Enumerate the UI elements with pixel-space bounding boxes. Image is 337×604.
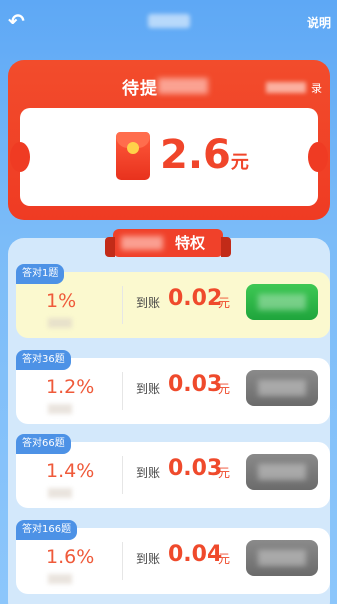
back-arrow-icon[interactable]: ↶ <box>8 10 30 32</box>
divider <box>122 456 123 494</box>
red-envelope-icon <box>116 132 150 180</box>
arrive-unit: 元 <box>218 552 231 566</box>
tier-tag: 答对1题 <box>16 264 65 284</box>
arrive-label: 到账 <box>136 466 161 480</box>
page-title-blurred <box>148 14 190 28</box>
arrive-label: 到账 <box>136 552 161 566</box>
arrive-amount: 0.03 <box>168 372 223 397</box>
divider <box>122 372 123 410</box>
arrive-amount: 0.04 <box>168 542 223 567</box>
arrive-unit: 元 <box>218 296 231 310</box>
tier-rate: 1% <box>46 290 77 312</box>
arrive-label: 到账 <box>136 296 161 310</box>
privilege-title: 特权 <box>174 234 205 252</box>
tier-action-button[interactable] <box>246 284 318 320</box>
records-link[interactable]: 录 <box>311 80 322 96</box>
arrive-unit: 元 <box>218 466 231 480</box>
voucher-card: 待提 录 2.6元 <box>8 60 330 220</box>
tier-rate-sub-blur <box>48 574 72 584</box>
ribbon-title-blur <box>121 236 163 250</box>
arrive-amount: 0.03 <box>168 456 223 481</box>
tier-row: 答对36题 1.2% 到账 0.03 元 <box>16 350 330 424</box>
tier-rate: 1.4% <box>46 460 95 482</box>
tier-tag: 答对166题 <box>16 520 78 540</box>
privilege-panel: 答对1题 1% 到账 0.02 元 答对36题 1.2% 到账 0.03 元 答… <box>8 238 330 604</box>
records-label-blur <box>266 82 306 93</box>
tier-action-button[interactable] <box>246 540 318 576</box>
tier-row: 答对166题 1.6% 到账 0.04 元 <box>16 520 330 594</box>
tier-rate: 1.2% <box>46 376 95 398</box>
voucher-amount: 2.6元 <box>160 132 249 178</box>
tier-rate-sub-blur <box>48 488 72 498</box>
tier-row: 答对1题 1% 到账 0.02 元 <box>16 264 330 338</box>
tier-rate: 1.6% <box>46 546 95 568</box>
divider <box>122 542 123 580</box>
voucher-ticket: 2.6元 <box>10 108 328 206</box>
tier-tag: 答对36题 <box>16 350 71 370</box>
privilege-ribbon: 特权 <box>105 229 231 257</box>
divider <box>122 286 123 324</box>
arrive-unit: 元 <box>218 382 231 396</box>
tier-rate-sub-blur <box>48 404 72 414</box>
tier-action-button[interactable] <box>246 370 318 406</box>
tier-action-button[interactable] <box>246 454 318 490</box>
arrive-label: 到账 <box>136 382 161 396</box>
arrive-amount: 0.02 <box>168 286 223 311</box>
help-link[interactable]: 说明 <box>307 14 331 31</box>
voucher-title-blur <box>158 78 208 94</box>
top-bar: ↶ 说明 <box>0 0 337 44</box>
tier-tag: 答对66题 <box>16 434 71 454</box>
tier-row: 答对66题 1.4% 到账 0.03 元 <box>16 434 330 508</box>
tier-rate-sub-blur <box>48 318 72 328</box>
